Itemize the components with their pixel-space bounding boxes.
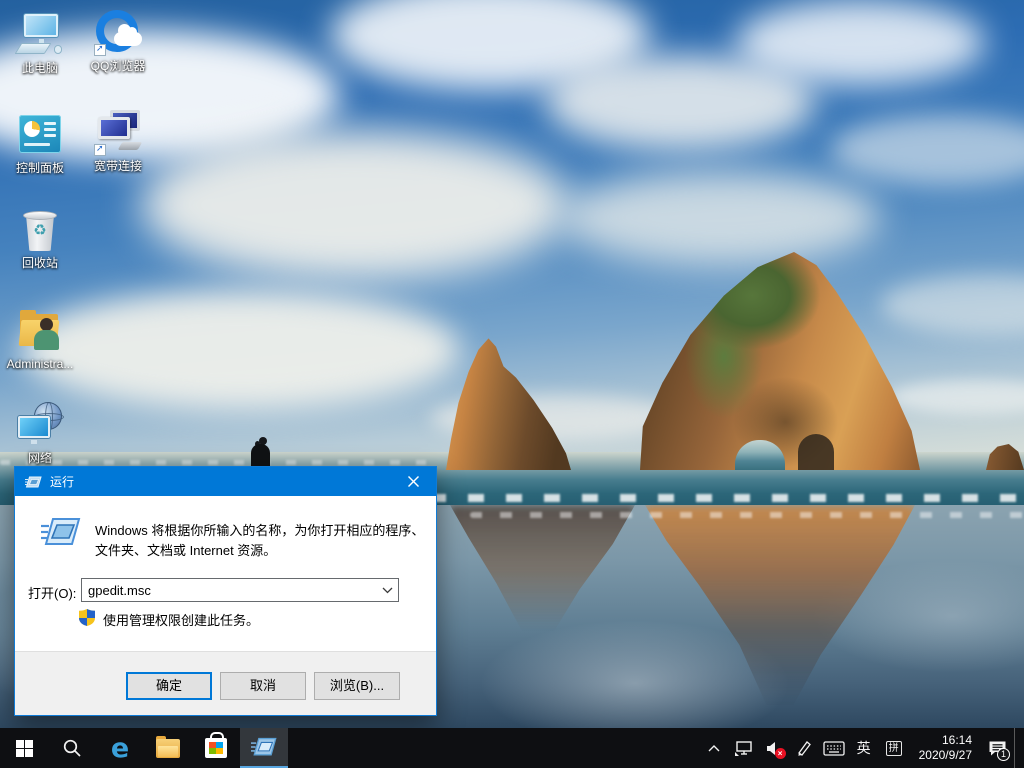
run-dialog-titlebar[interactable]: 运行 <box>15 467 436 496</box>
rock-cave <box>798 434 834 470</box>
admin-privileges-note: 使用管理权限创建此任务。 <box>103 610 259 629</box>
broadband-icon <box>94 110 142 156</box>
desktop-icon-label: QQ浏览器 <box>80 59 156 73</box>
windows-logo-icon <box>16 740 33 757</box>
desktop-icon-control-panel[interactable]: 控制面板 <box>2 112 78 175</box>
run-dialog-title: 运行 <box>50 473 74 490</box>
ime-language-indicator[interactable]: 英 <box>851 728 877 768</box>
notification-badge: 1 <box>997 748 1010 761</box>
system-tray: × 英 拼 <box>701 728 1024 768</box>
cloud <box>735 0 985 85</box>
run-icon <box>41 517 81 547</box>
close-icon <box>408 476 419 487</box>
cancel-button[interactable]: 取消 <box>220 672 306 700</box>
desktop-icon-network[interactable]: 网络 <box>2 402 78 465</box>
pen-icon <box>796 740 812 756</box>
search-icon <box>63 739 81 757</box>
open-label: 打开(O): <box>28 583 76 602</box>
hidden-icons-button[interactable] <box>701 728 727 768</box>
cloud <box>140 130 570 280</box>
desktop-icon-label: 回收站 <box>2 256 78 270</box>
desktop-icon-label: 网络 <box>2 451 78 465</box>
clock-date: 2020/9/27 <box>919 748 972 763</box>
desktop-icon-this-pc[interactable]: 此电脑 <box>2 12 78 75</box>
open-combobox[interactable]: gpedit.msc <box>81 578 399 602</box>
chevron-down-icon[interactable] <box>376 581 398 599</box>
touch-keyboard-button[interactable] <box>821 728 847 768</box>
ok-button[interactable]: 确定 <box>126 672 212 700</box>
run-dialog-description: Windows 将根据你所输入的名称，为你打开相应的程序、文件夹、文档或 Int… <box>95 521 431 561</box>
wave-foam <box>430 494 1024 502</box>
mute-badge: × <box>775 748 786 759</box>
desktop-icon-broadband[interactable]: 宽带连接 <box>80 110 156 173</box>
taskbar: e <box>0 728 1024 768</box>
desktop-icon-qq-browser[interactable]: QQ浏览器 <box>80 10 156 73</box>
action-center-button[interactable]: 1 <box>984 728 1010 768</box>
taskbar-clock[interactable]: 16:14 2020/9/27 <box>911 733 980 763</box>
desktop-icon-label: 控制面板 <box>2 161 78 175</box>
desktop-icon-label: 宽带连接 <box>80 159 156 173</box>
person-silhouette <box>251 444 270 468</box>
search-button[interactable] <box>48 728 96 768</box>
edge-icon: e <box>111 735 129 762</box>
uac-shield-icon <box>79 609 95 626</box>
this-pc-icon <box>16 12 64 58</box>
run-window-icon <box>25 475 42 489</box>
dialog-footer: 确定 取消 浏览(B)... <box>15 651 436 715</box>
clock-time: 16:14 <box>919 733 972 748</box>
ime-language-label: 英 <box>857 738 871 758</box>
wave-foam <box>470 512 1024 518</box>
ime-mode-label: 拼 <box>886 741 902 756</box>
cloud <box>20 290 460 410</box>
qq-browser-icon <box>94 10 142 56</box>
network-tray-button[interactable] <box>731 728 757 768</box>
recycle-bin-icon: ♻ <box>16 207 64 253</box>
network-icon <box>16 402 64 448</box>
keyboard-icon <box>823 741 845 756</box>
desktop-icon-admin-folder[interactable]: Administra... <box>2 308 78 371</box>
pen-tray-button[interactable] <box>791 728 817 768</box>
file-explorer-button[interactable] <box>144 728 192 768</box>
edge-button[interactable]: e <box>96 728 144 768</box>
desktop-icon-recycle-bin[interactable]: ♻ 回收站 <box>2 207 78 270</box>
ime-mode-indicator[interactable]: 拼 <box>881 728 907 768</box>
desktop-icon-label: 此电脑 <box>2 61 78 75</box>
run-icon <box>251 737 277 757</box>
store-button[interactable] <box>192 728 240 768</box>
run-dialog: 运行 Windows 将根据你所输入的名称，为你打开相应的程序、文件夹、文档或 … <box>14 466 437 716</box>
user-folder-icon <box>16 308 64 354</box>
desktop: 此电脑 QQ浏览器 控制面板 宽带连接 ♻ 回收站 Administra... <box>0 0 1024 768</box>
close-button[interactable] <box>391 467 436 496</box>
control-panel-icon <box>16 112 64 158</box>
network-icon <box>734 740 754 757</box>
store-icon <box>205 738 227 758</box>
open-combobox-value[interactable]: gpedit.msc <box>82 583 376 598</box>
start-button[interactable] <box>0 728 48 768</box>
volume-tray-button[interactable]: × <box>761 728 787 768</box>
desktop-icon-label: Administra... <box>2 357 78 371</box>
cloud <box>560 170 880 265</box>
folder-icon <box>156 739 180 758</box>
chevron-up-icon <box>708 745 720 752</box>
show-desktop-button[interactable] <box>1014 728 1020 768</box>
taskbar-run-window[interactable] <box>240 728 288 768</box>
browse-button[interactable]: 浏览(B)... <box>314 672 400 700</box>
